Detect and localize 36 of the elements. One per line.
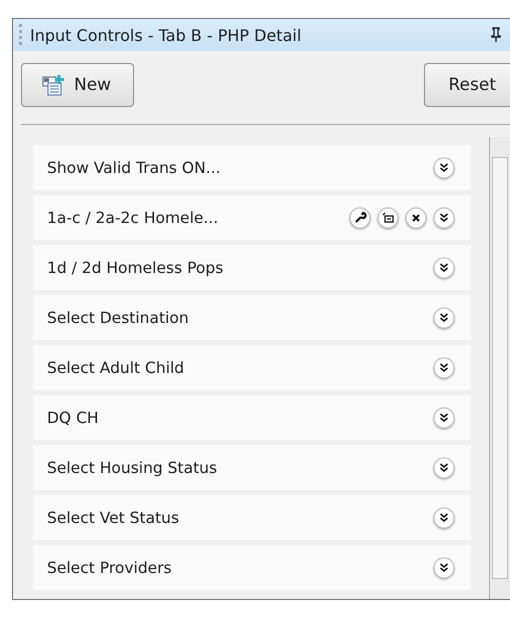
input-control-row[interactable]: Select Adult Child: [33, 345, 471, 390]
control-label: Select Providers: [47, 558, 173, 576]
input-control-row[interactable]: DQ CH: [33, 395, 471, 440]
control-label: Show Valid Trans ON...: [47, 158, 222, 176]
expand-icon[interactable]: [433, 356, 455, 378]
expand-icon[interactable]: [433, 156, 455, 178]
input-control-row[interactable]: Select Providers: [33, 545, 471, 590]
expand-icon[interactable]: [433, 306, 455, 328]
control-label: Select Vet Status: [47, 508, 180, 526]
expand-icon[interactable]: [433, 456, 455, 478]
reset-button[interactable]: Reset: [424, 63, 510, 108]
wrench-icon[interactable]: [349, 206, 371, 228]
new-document-icon: [42, 74, 66, 96]
expand-icon[interactable]: [433, 506, 455, 528]
input-control-row[interactable]: Show Valid Trans ON...: [33, 145, 471, 190]
control-label: 1a-c / 2a-2c Homele...: [47, 208, 220, 226]
control-label: Select Housing Status: [47, 458, 218, 476]
pin-icon[interactable]: [490, 27, 502, 44]
input-control-row[interactable]: Select Vet Status: [33, 495, 471, 540]
input-control-row[interactable]: Select Housing Status: [33, 445, 471, 490]
control-label: DQ CH: [47, 408, 100, 426]
input-control-row[interactable]: 1a-c / 2a-2c Homele...: [33, 195, 471, 240]
expand-icon[interactable]: [433, 556, 455, 578]
control-label: Select Adult Child: [47, 358, 186, 376]
panel-title: Input Controls - Tab B - PHP Detail: [30, 26, 302, 45]
expand-icon[interactable]: [433, 406, 455, 428]
control-label: 1d / 2d Homeless Pops: [47, 258, 224, 276]
expand-icon[interactable]: [433, 256, 455, 278]
input-control-row[interactable]: 1d / 2d Homeless Pops: [33, 245, 471, 290]
close-icon[interactable]: [405, 206, 427, 228]
expand-icon[interactable]: [433, 206, 455, 228]
input-control-row[interactable]: Select Destination: [33, 295, 471, 340]
new-button[interactable]: New: [21, 63, 134, 108]
scrollbar[interactable]: [489, 137, 510, 599]
control-label: Select Destination: [47, 308, 190, 326]
window-icon[interactable]: [377, 206, 399, 228]
